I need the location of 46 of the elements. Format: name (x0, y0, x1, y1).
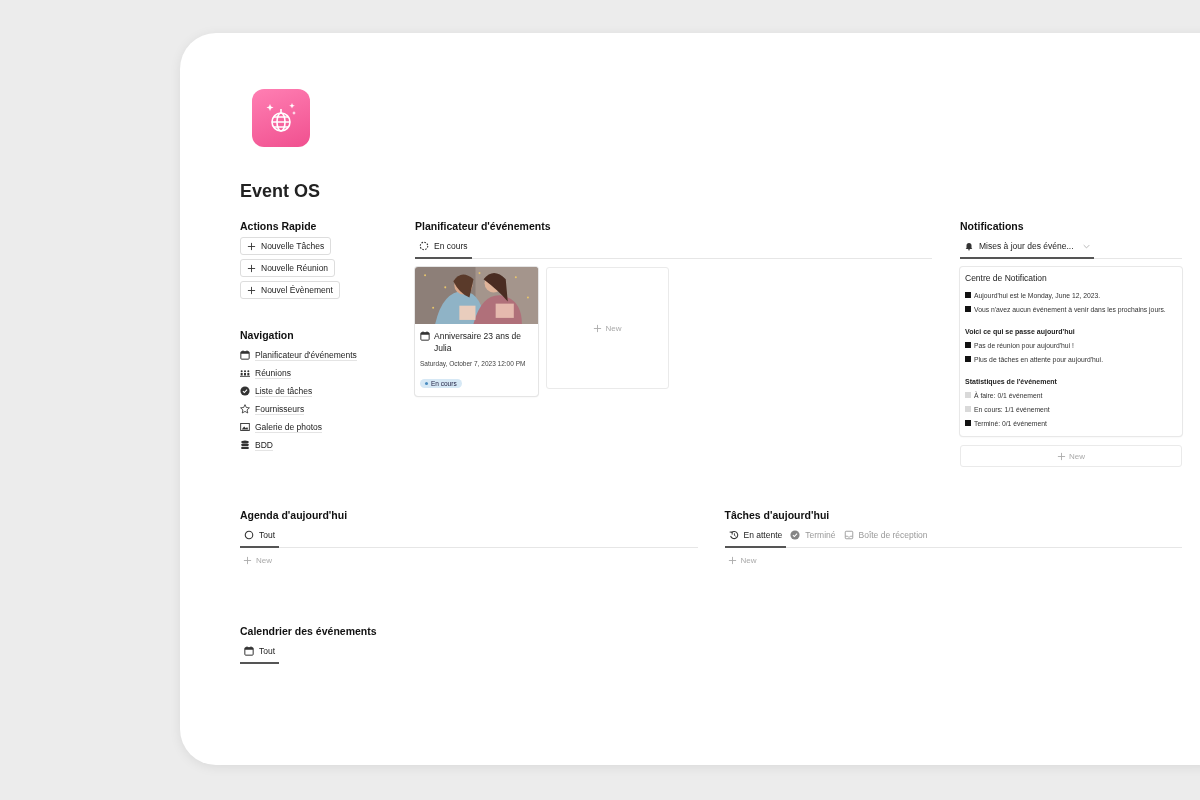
inbox-icon (843, 530, 854, 540)
chevron-down-icon (1082, 243, 1090, 249)
section-title: Notifications (960, 220, 1025, 232)
circle-icon (244, 530, 254, 540)
database-icon (240, 440, 250, 450)
plus-icon (1057, 451, 1066, 461)
check-circle-icon (240, 386, 250, 396)
panel-title: Centre de Notification (965, 273, 1048, 283)
view-tab[interactable]: En cours (415, 237, 472, 259)
bell-icon (964, 241, 974, 251)
section-title: Tâches d'aujourd'hui (724, 509, 831, 521)
image-icon (240, 422, 250, 432)
view-tab[interactable]: Tout (240, 642, 280, 664)
section-title: Calendrier des événements (240, 625, 378, 637)
nav-link[interactable]: Liste de tâches (255, 385, 313, 397)
view-dropdown[interactable]: Mises à jour des événe... (960, 237, 1094, 259)
nav-link[interactable]: BDD (255, 439, 273, 451)
star-icon (240, 404, 250, 414)
view-tab[interactable]: Tout (240, 526, 280, 548)
nav-link[interactable]: Réunions (255, 367, 291, 379)
section-title: Navigation (240, 329, 295, 341)
section-title: Planificateur d'événements (415, 220, 552, 232)
action-button[interactable]: Nouvelle Tâches (240, 237, 332, 255)
view-tab[interactable]: En attente (724, 526, 787, 548)
action-button[interactable]: Nouvel Évènement (240, 281, 340, 299)
plus-icon (727, 556, 737, 565)
section-title: Agenda d'aujourd'hui (240, 509, 349, 521)
plus-icon (243, 556, 252, 565)
nav-link[interactable]: Planificateur d'événements (255, 349, 357, 361)
section-title: Actions Rapide (240, 220, 318, 232)
calendar-icon (244, 646, 254, 656)
people-icon (240, 368, 250, 378)
action-button[interactable]: Nouvelle Réunion (240, 259, 336, 277)
loading-circle-icon (419, 241, 429, 251)
plus-icon (247, 263, 256, 273)
page-title: Event OS (240, 181, 322, 202)
nav-link[interactable]: Fournisseurs (255, 403, 305, 415)
calendar-icon (240, 350, 250, 360)
nav-link[interactable]: Galerie de photos (255, 421, 323, 433)
calendar-icon (420, 331, 430, 341)
plus-icon (593, 323, 603, 333)
plus-icon (247, 285, 256, 295)
event-title: Anniversaire 23 ans de Julia (434, 330, 522, 354)
history-icon (728, 530, 739, 540)
plus-icon (247, 241, 256, 251)
check-circle-icon (790, 530, 801, 540)
